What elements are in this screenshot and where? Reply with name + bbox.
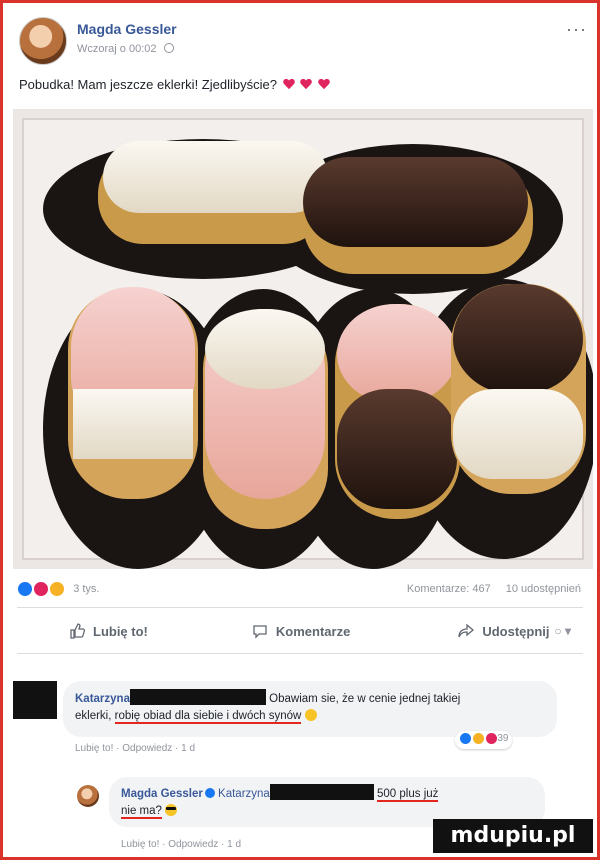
globe-icon bbox=[163, 43, 174, 53]
wow-reaction-icon bbox=[471, 732, 485, 745]
commenter-avatar-redacted[interactable] bbox=[13, 681, 57, 719]
like-reaction-icon bbox=[459, 732, 472, 745]
author-avatar[interactable] bbox=[19, 17, 67, 65]
mention-link[interactable]: Katarzyna bbox=[218, 788, 270, 800]
author-name[interactable]: Magda Gessler bbox=[77, 21, 177, 37]
love-reaction-icon bbox=[33, 581, 50, 597]
post-header: Magda Gessler Wczoraj o 00:02 ··· bbox=[11, 13, 591, 65]
reply-author-name[interactable]: Magda Gessler bbox=[121, 788, 203, 800]
redaction-bar bbox=[269, 784, 374, 800]
ellipsis-icon[interactable]: ··· bbox=[566, 19, 587, 40]
heart-icon bbox=[318, 79, 330, 90]
divider bbox=[17, 607, 583, 608]
audience-selector[interactable]: ○ ▾ bbox=[554, 624, 571, 638]
reaction-count: 3 tys. bbox=[73, 583, 100, 595]
comment-bubble: Katarzyna Obawiam sie, że w cenie jednej… bbox=[63, 681, 557, 737]
eclairs-image bbox=[13, 109, 593, 569]
share-icon bbox=[458, 623, 475, 638]
share-label: Udostępnij bbox=[482, 623, 550, 639]
sunglasses-emoji-icon bbox=[165, 804, 178, 816]
love-reaction-icon bbox=[484, 732, 498, 745]
wow-reaction-icon bbox=[49, 581, 66, 597]
post-meta: Wczoraj o 00:02 bbox=[77, 43, 174, 55]
divider bbox=[17, 653, 583, 654]
reaction-summary[interactable]: 3 tys. bbox=[17, 581, 99, 599]
reply-meta[interactable]: Lubię to! · Odpowiedz · 1 d bbox=[121, 839, 241, 850]
share-button[interactable]: Udostępnij bbox=[458, 623, 549, 639]
comment-count[interactable]: Komentarze: 467 bbox=[407, 583, 491, 595]
commenter-name[interactable]: Katarzyna bbox=[75, 693, 130, 705]
comment-text-underlined: robię obiad dla siebie i dwóch synów bbox=[114, 710, 302, 724]
redaction-bar bbox=[129, 689, 266, 705]
comment-label: Komentarze bbox=[275, 623, 351, 639]
comment-button[interactable]: Komentarze bbox=[252, 623, 350, 639]
post-text: Pobudka! Mam jeszcze eklerki! Zjedlibyśc… bbox=[19, 77, 330, 92]
engagement-counts: Komentarze: 467 10 udostępnień bbox=[407, 583, 581, 595]
thumbs-up-icon bbox=[70, 623, 85, 639]
share-count[interactable]: 10 udostępnień bbox=[506, 583, 581, 595]
heart-icon bbox=[300, 79, 312, 90]
comment-reaction-count: 39 bbox=[497, 733, 509, 745]
heart-icon bbox=[283, 79, 295, 90]
post-photo[interactable] bbox=[13, 109, 593, 569]
verified-badge-icon bbox=[204, 788, 215, 798]
comment-reactions[interactable]: 39 bbox=[455, 731, 513, 749]
wink-emoji-icon bbox=[304, 709, 317, 721]
reply-text-underlined: nie ma? bbox=[121, 805, 162, 819]
screenshot-frame: Magda Gessler Wczoraj o 00:02 ··· Pobudk… bbox=[0, 0, 600, 860]
comment-icon bbox=[253, 625, 267, 639]
comment-text: eklerki, bbox=[75, 710, 115, 722]
reply-text-underlined: 500 plus już bbox=[377, 788, 439, 802]
author-avatar-small[interactable] bbox=[77, 785, 99, 807]
comment-meta[interactable]: Lubię to! · Odpowiedz · 1 d bbox=[75, 743, 195, 754]
post-timestamp[interactable]: Wczoraj o 00:02 bbox=[77, 43, 156, 55]
like-label: Lubię to! bbox=[93, 623, 148, 639]
watermark-logo: mdupiu.pl bbox=[433, 819, 593, 853]
comment-text: Obawiam sie, że w cenie jednej takiej bbox=[269, 693, 461, 705]
like-reaction-icon bbox=[17, 581, 33, 597]
like-button[interactable]: Lubię to! bbox=[69, 623, 148, 639]
post-body: Pobudka! Mam jeszcze eklerki! Zjedlibyśc… bbox=[19, 77, 277, 92]
post-actions: Lubię to! Komentarze Udostępnij ○ ▾ bbox=[17, 613, 583, 649]
